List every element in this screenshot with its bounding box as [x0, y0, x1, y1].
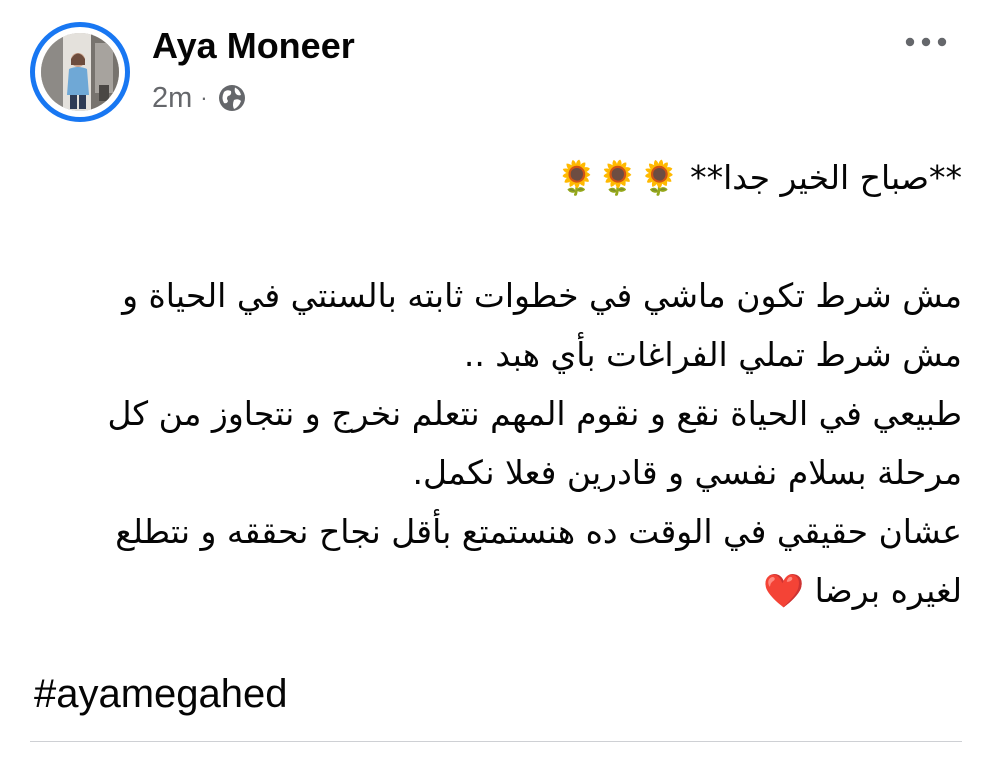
post-body-line: لغيره برضا ❤️ [763, 571, 962, 610]
divider [30, 741, 962, 742]
hashtag-link[interactable]: #ayamegahed [34, 668, 288, 720]
post-body-line: عشان حقيقي في الوقت ده هنستمتع بأقل نجاح… [115, 512, 962, 551]
post-body-blank-line [38, 207, 962, 266]
facebook-post: Aya Moneer 2m · **صباح الخير جدا** 🌻🌻🌻 م… [0, 0, 992, 761]
post-timestamp[interactable]: 2m [152, 82, 192, 115]
post-body: **صباح الخير جدا** 🌻🌻🌻 مش شرط تكون ماشي … [38, 148, 962, 620]
more-options-icon [905, 37, 947, 47]
post-meta: 2m · [152, 80, 247, 116]
avatar-photo [41, 33, 119, 111]
post-body-line: **صباح الخير جدا** 🌻🌻🌻 [556, 158, 962, 197]
meta-separator: · [200, 85, 208, 110]
avatar-ring[interactable] [30, 22, 130, 122]
post-body-line: مش شرط تكون ماشي في خطوات ثابته بالسنتي … [122, 276, 962, 315]
globe-icon[interactable] [217, 83, 247, 113]
author-name[interactable]: Aya Moneer [152, 24, 355, 68]
more-options-button[interactable] [896, 22, 956, 62]
avatar[interactable] [41, 33, 119, 111]
post-body-line: مش شرط تملي الفراغات بأي هبد .. [463, 335, 962, 374]
post-body-line: طبيعي في الحياة نقع و نقوم المهم نتعلم ن… [107, 394, 962, 433]
post-body-line: مرحلة بسلام نفسي و قادرين فعلا نكمل. [412, 453, 962, 492]
